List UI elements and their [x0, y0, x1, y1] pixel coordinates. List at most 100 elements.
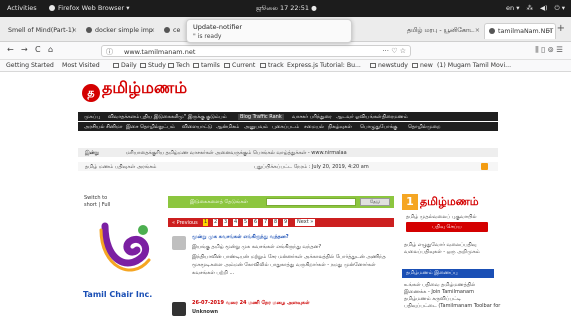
pager-page[interactable]: 9 — [283, 219, 289, 226]
tab[interactable]: docker simple imp × — [82, 23, 158, 39]
ticker-text[interactable]: மரியாதைக்குரிய தமிழ்மண வாசகர்கள் அனைவருக… — [126, 150, 347, 156]
activities-button[interactable]: Activities — [7, 4, 37, 12]
menu-item[interactable]: அரசியல் — [84, 124, 105, 130]
menu-item[interactable]: புதிய இடுகைகள் — [140, 114, 179, 120]
language-indicator[interactable]: en ▾ — [506, 4, 519, 13]
power-icon[interactable]: ⏻ ▾ — [555, 4, 565, 13]
avatar[interactable] — [172, 236, 186, 250]
pager-page[interactable]: 7 — [263, 219, 269, 226]
register-button[interactable]: பதிவு செய்ய — [406, 222, 488, 232]
pager-page[interactable]: 1 — [203, 219, 209, 226]
pager-previous[interactable]: « Previous — [172, 220, 198, 226]
pager-page[interactable]: 3 — [223, 219, 229, 226]
view-switch[interactable]: Switch to short | Full — [84, 195, 110, 209]
firefox-icon — [49, 5, 55, 11]
tab-active[interactable]: tamilmaNam.NET × — [484, 23, 556, 39]
writers-info[interactable]: தமிழ் எழுதுவோர் வலைப்பதிவு வலைப்பதிவுகள்… — [404, 242, 480, 256]
tab[interactable]: ce — [160, 23, 184, 39]
sidebar-brand[interactable]: 1 தமிழ்மணம் — [402, 194, 479, 210]
clock[interactable]: ஜூலை 17 22:51 ● — [256, 4, 317, 13]
menu-item[interactable]: தொழில்நுட்பம் — [140, 124, 175, 130]
bookmark-folder[interactable]: Tech — [168, 62, 190, 69]
back-button[interactable]: ← — [7, 45, 14, 54]
bookmark-folder[interactable]: Study — [140, 62, 166, 69]
url-bar[interactable]: ⓘ www.tamilmanam.net ··· ♡ ☆ — [101, 45, 411, 57]
tamil-chair-ad[interactable]: Tamil Chair Inc. — [83, 216, 167, 306]
post-author: Unknown — [192, 309, 219, 315]
close-icon[interactable]: × — [475, 23, 480, 39]
close-icon[interactable]: × — [72, 23, 77, 39]
pager-page[interactable]: 8 — [273, 219, 279, 226]
tab[interactable]: தமிழ் மரபு - யூனிகோட × — [403, 23, 483, 39]
primary-menu: முகப்பு விவாதக்களம் புதிய இடுகைகள் "மு" … — [78, 112, 498, 121]
menu-item[interactable]: பொழுதுபோக்கு — [360, 124, 397, 130]
bookmark-folder[interactable]: Current — [224, 62, 255, 69]
menu-item[interactable]: சமையல் — [304, 124, 324, 130]
search-button[interactable]: தேடு — [360, 198, 390, 206]
site-container: த தமிழ்மணம் முகப்பு விவாதக்களம் புதிய இடு… — [78, 72, 500, 324]
join-info[interactable]: உங்கள் பதிவை தமிழ்மணத்தில் இணைக்க - Join… — [404, 282, 500, 310]
bookmark-folder[interactable]: newstudy — [370, 62, 408, 69]
page-actions[interactable]: ··· ♡ ☆ — [382, 47, 406, 55]
post-item: 26-07-2019 வரை 24 மணி நேர மழை அளவுகள் Un… — [168, 300, 394, 324]
menu-item[interactable]: ஆடவர் ஓவியங்கள் — [336, 114, 382, 120]
new-tab-button[interactable]: + — [557, 23, 565, 34]
rss-icon[interactable] — [481, 163, 488, 170]
close-icon[interactable]: × — [547, 24, 552, 39]
menu-item[interactable]: திரைமணம் — [382, 114, 408, 120]
search-input[interactable] — [266, 198, 356, 206]
pager-page[interactable]: 5 — [243, 219, 249, 226]
menu-item[interactable]: முகப்பு — [84, 114, 100, 120]
pager-page[interactable]: 4 — [233, 219, 239, 226]
tamil-chair-logo-icon — [99, 222, 151, 272]
post-title[interactable]: மூன்று முக கவசங்கள் எங்கிருந்து வந்தன? — [192, 234, 289, 240]
post-line: கவசங்கள் பற்றி ... — [192, 270, 235, 276]
bookmark-folder[interactable]: track — [260, 62, 284, 69]
menu-item[interactable]: புகைப்படம் — [272, 124, 299, 130]
forward-button[interactable]: → — [21, 45, 28, 54]
close-icon[interactable]: × — [150, 23, 155, 39]
menu-item[interactable]: குடும்பம் — [206, 114, 227, 120]
bookmark-label: Current — [232, 62, 256, 69]
menu-item[interactable]: அனுபவம் — [244, 124, 268, 130]
menu-item[interactable]: ஆன்மிகம் — [216, 124, 239, 130]
network-icon[interactable]: ⁂ — [526, 4, 533, 13]
pager-page[interactable]: 6 — [253, 219, 259, 226]
right-sidebar: 1 தமிழ்மணம் தமிழ் முதல்வலைப் புகுவாயில் ப… — [398, 192, 500, 324]
bookmark-folder[interactable]: Daily — [113, 62, 137, 69]
bookmark-item[interactable]: (1) Mugam Tamil Movi... — [437, 62, 511, 69]
site-logo[interactable]: த தமிழ்மணம் — [82, 78, 187, 102]
avatar[interactable] — [172, 302, 186, 316]
bookmark-folder[interactable]: tamils — [193, 62, 220, 69]
menu-item[interactable]: விவாதக்களம் — [108, 114, 139, 120]
menu-item[interactable]: வாசகர் பரிந்துரை — [292, 114, 332, 120]
menu-item[interactable]: நிகழ்வுகள் — [328, 124, 352, 130]
tab[interactable]: Smell of Mind(Part-1) × — [4, 23, 80, 39]
reload-button[interactable]: C — [35, 45, 41, 54]
system-tray[interactable]: en ▾ ⁂ ◀) ⏻ ▾ — [506, 4, 565, 13]
bookmark-folder[interactable]: new — [412, 62, 433, 69]
menu-item[interactable]: சினிமா — [106, 124, 123, 130]
toolbar-icons[interactable]: ⫼ ▯ ⊚ ☰ — [535, 45, 563, 55]
menu-item[interactable]: இசை — [126, 124, 138, 130]
bookmark-item[interactable]: Most Visited — [62, 62, 100, 69]
notification-popup[interactable]: Update-notifier " is ready — [186, 19, 352, 43]
volume-icon[interactable]: ◀) — [540, 4, 548, 13]
menu-item[interactable]: விளையாட்டு — [182, 124, 212, 130]
pager-next[interactable]: Next » — [295, 219, 316, 226]
home-button[interactable]: ⌂ — [48, 45, 53, 54]
logo-badge-icon: த — [82, 84, 100, 102]
post-title[interactable]: 26-07-2019 வரை 24 மணி நேர மழை அளவுகள் — [192, 300, 310, 306]
bookmark-item[interactable]: Getting Started — [6, 62, 54, 69]
logo-text: தமிழ்மணம் — [102, 78, 188, 97]
lock-icon[interactable]: ⓘ — [106, 47, 113, 57]
bookmark-label: Tech — [176, 62, 190, 69]
menu-item[interactable]: தொழில்முறை — [408, 124, 441, 130]
menu-item[interactable]: Blog Traffic Rank — [238, 114, 284, 120]
news-ticker: இன்று மரியாதைக்குரிய தமிழ்மண வாசகர்கள் அ… — [78, 148, 498, 157]
url-text[interactable]: www.tamilmanam.net — [124, 48, 195, 56]
app-menu[interactable]: Firefox Web Browser ▾ — [49, 4, 129, 12]
pager-page[interactable]: 2 — [213, 219, 219, 226]
bookmark-item[interactable]: Express.js Tutorial: Bu... — [287, 62, 361, 69]
menu-item[interactable]: "மு" இருக்கு — [176, 114, 205, 120]
